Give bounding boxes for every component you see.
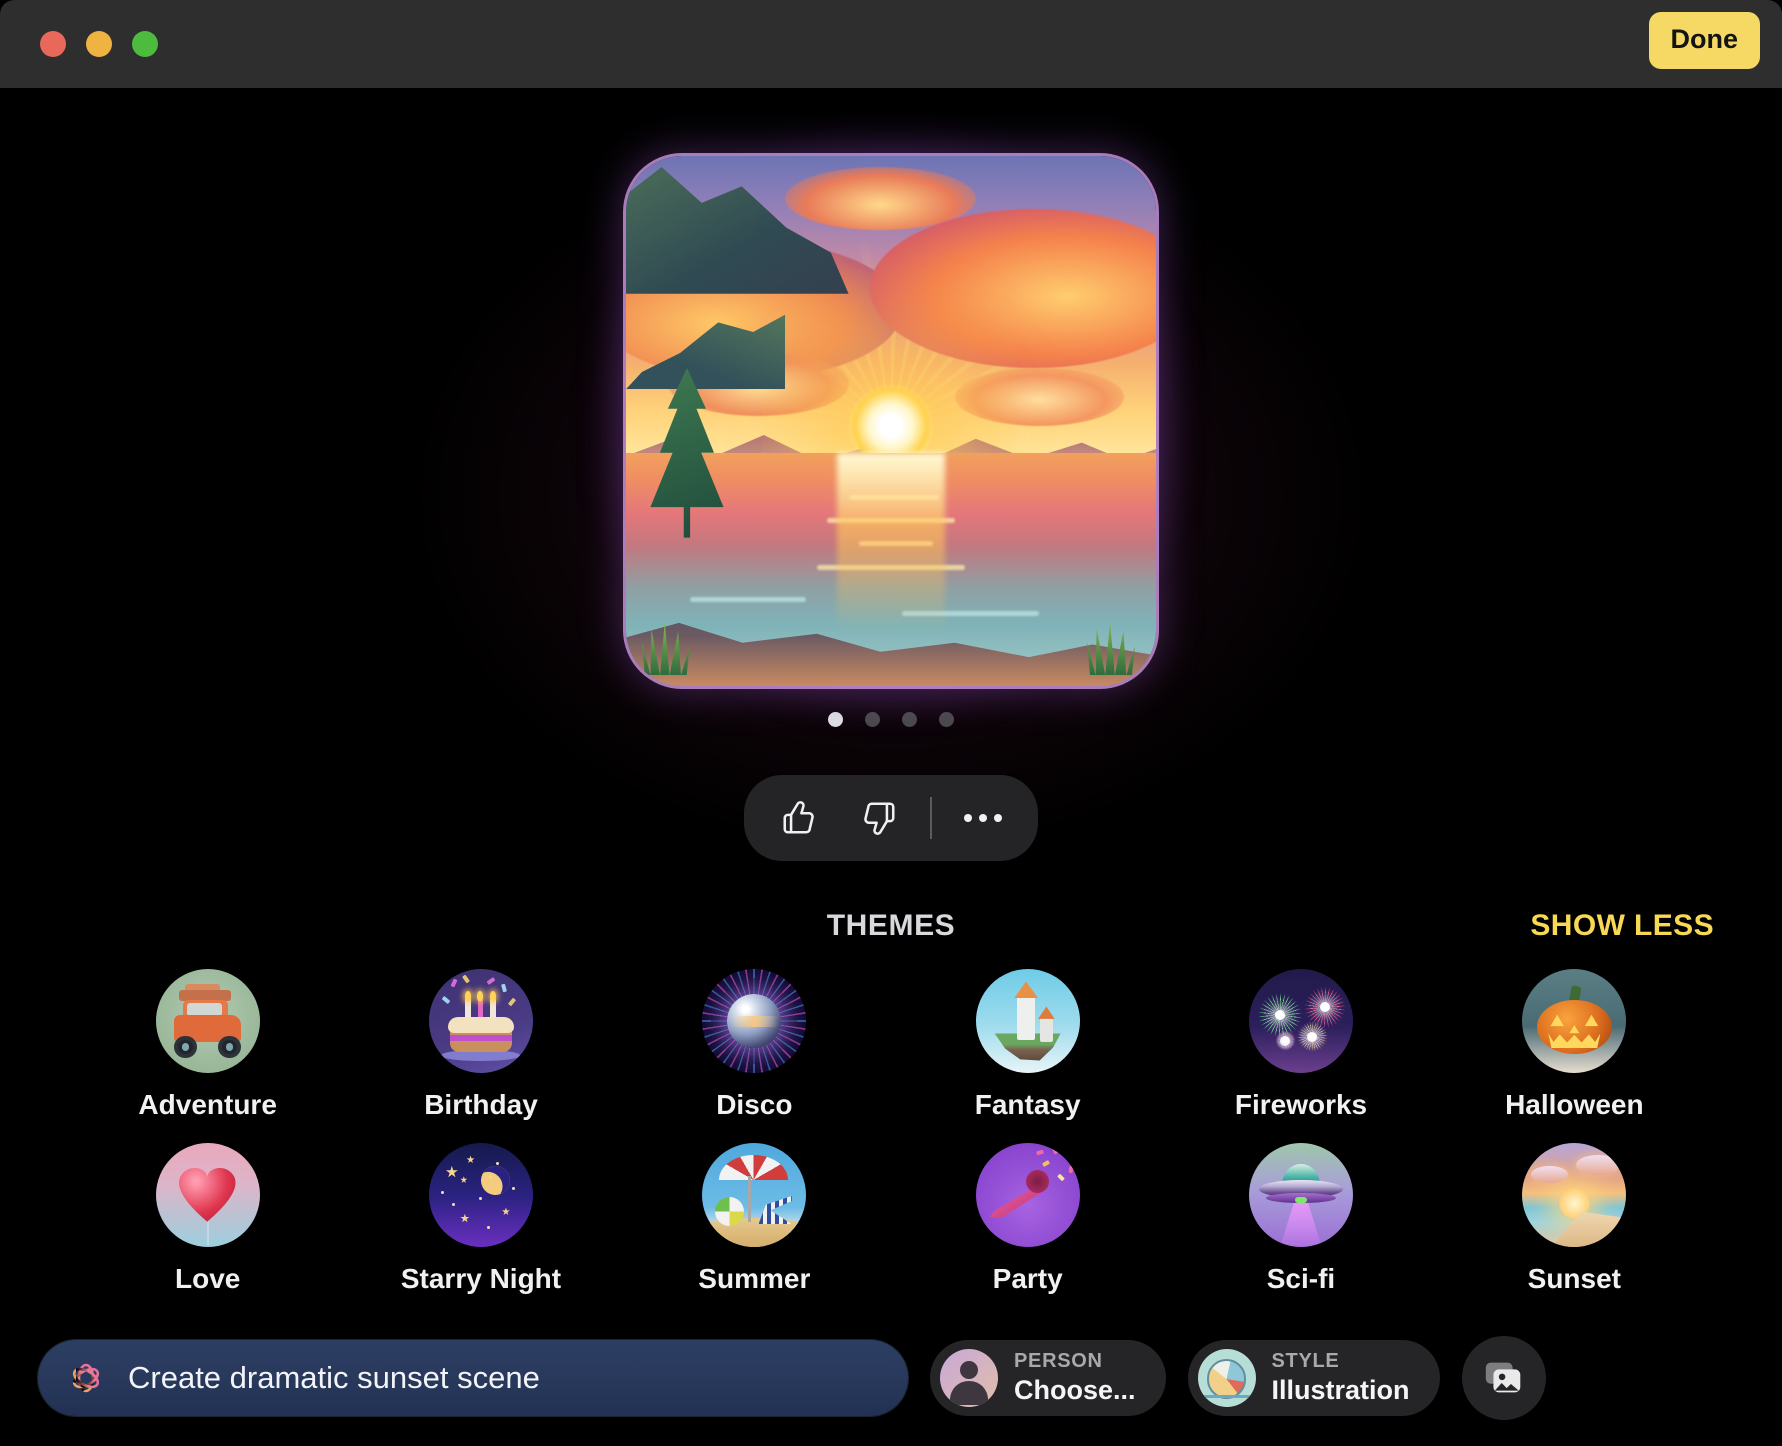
generated-image-card[interactable]: [626, 156, 1156, 686]
theme-starry-night[interactable]: Starry Night: [344, 1143, 617, 1295]
ellipsis-icon: [964, 814, 1002, 822]
theme-label: Party: [992, 1263, 1063, 1294]
feedback-divider: [930, 797, 932, 839]
minimize-window-button[interactable]: [86, 31, 112, 57]
thumbs-down-icon: [864, 802, 895, 835]
sunset-illustration: [626, 156, 1156, 686]
close-window-button[interactable]: [40, 31, 66, 57]
bottom-toolbar: Create dramatic sunset scene PERSON Choo…: [0, 1336, 1782, 1420]
person-chip[interactable]: PERSON Choose...: [930, 1340, 1166, 1416]
theme-love[interactable]: Love: [71, 1143, 344, 1295]
jeep-icon: [155, 969, 260, 1073]
theme-adventure[interactable]: Adventure: [71, 969, 344, 1121]
theme-label: Fantasy: [974, 1089, 1081, 1120]
beach-ball-style-icon: [1197, 1349, 1256, 1407]
theme-summer[interactable]: Summer: [618, 1143, 891, 1295]
disco-ball-icon: [702, 969, 807, 1073]
moon-stars-icon: [428, 1143, 533, 1247]
sun-reflection: [837, 452, 945, 633]
themes-grid: Adventure Birthday Disco Fantasy Firewor…: [71, 969, 1711, 1295]
sunset-icon: [1522, 1143, 1627, 1247]
prompt-text: Create dramatic sunset scene: [128, 1360, 540, 1395]
traffic-lights: [40, 31, 158, 57]
castle-icon: [975, 969, 1080, 1073]
theme-fantasy[interactable]: Fantasy: [891, 969, 1164, 1121]
theme-label: Sunset: [1527, 1263, 1621, 1294]
person-chip-value: Choose...: [1014, 1375, 1136, 1406]
theme-birthday[interactable]: Birthday: [344, 969, 617, 1121]
theme-label: Sci-fi: [1266, 1263, 1336, 1294]
playground-stage: THEMES SHOW LESS Adventure Birthday Disc…: [0, 88, 1782, 1446]
thumbs-down-button[interactable]: [850, 789, 908, 847]
heart-balloon-icon: [155, 1143, 260, 1247]
theme-label: Halloween: [1505, 1089, 1644, 1120]
theme-label: Disco: [716, 1089, 793, 1120]
person-chip-kicker: PERSON: [1014, 1350, 1103, 1373]
more-options-button[interactable]: [954, 789, 1012, 847]
fireworks-icon: [1248, 969, 1353, 1073]
theme-label: Birthday: [424, 1089, 538, 1120]
theme-label: Love: [174, 1263, 241, 1294]
themes-header: THEMES SHOW LESS: [0, 909, 1782, 951]
feedback-bar: [744, 775, 1038, 861]
prompt-input[interactable]: Create dramatic sunset scene: [38, 1340, 908, 1416]
beach-icon: [702, 1143, 807, 1247]
generated-image-container: [592, 122, 1190, 720]
birthday-cake-icon: [428, 969, 533, 1073]
theme-sci-fi[interactable]: Sci-fi: [1164, 1143, 1437, 1295]
themes-heading: THEMES: [826, 909, 956, 942]
zoom-window-button[interactable]: [132, 31, 158, 57]
theme-label: Fireworks: [1234, 1089, 1368, 1120]
theme-halloween[interactable]: Halloween: [1438, 969, 1711, 1121]
confetti-popper-icon: [975, 1143, 1080, 1247]
theme-label: Adventure: [138, 1089, 277, 1120]
thumbs-up-button[interactable]: [770, 789, 828, 847]
thumbs-up-icon: [783, 801, 814, 834]
photo-library-button[interactable]: [1461, 1336, 1546, 1420]
image-playground-window: Done THEMES SHOW LESS Adventure Birthday…: [0, 0, 1782, 1446]
ufo-icon: [1248, 1143, 1353, 1247]
theme-disco[interactable]: Disco: [618, 969, 891, 1121]
theme-party[interactable]: Party: [891, 1143, 1164, 1295]
style-chip[interactable]: STYLE Illustration: [1187, 1340, 1440, 1416]
photo-library-icon: [1485, 1362, 1520, 1393]
done-button[interactable]: Done: [1648, 12, 1760, 69]
show-less-button[interactable]: SHOW LESS: [1530, 909, 1714, 943]
style-chip-value: Illustration: [1271, 1375, 1410, 1406]
theme-fireworks[interactable]: Fireworks: [1164, 969, 1437, 1121]
cloud: [954, 368, 1125, 427]
jack-o-lantern-icon: [1522, 969, 1627, 1073]
theme-sunset[interactable]: Sunset: [1438, 1143, 1711, 1295]
theme-label: Summer: [698, 1263, 811, 1294]
image-playground-icon: [72, 1363, 100, 1393]
style-chip-kicker: STYLE: [1271, 1350, 1340, 1373]
title-bar: Done: [0, 0, 1782, 88]
theme-label: Starry Night: [400, 1263, 562, 1294]
person-avatar-icon: [940, 1349, 998, 1407]
